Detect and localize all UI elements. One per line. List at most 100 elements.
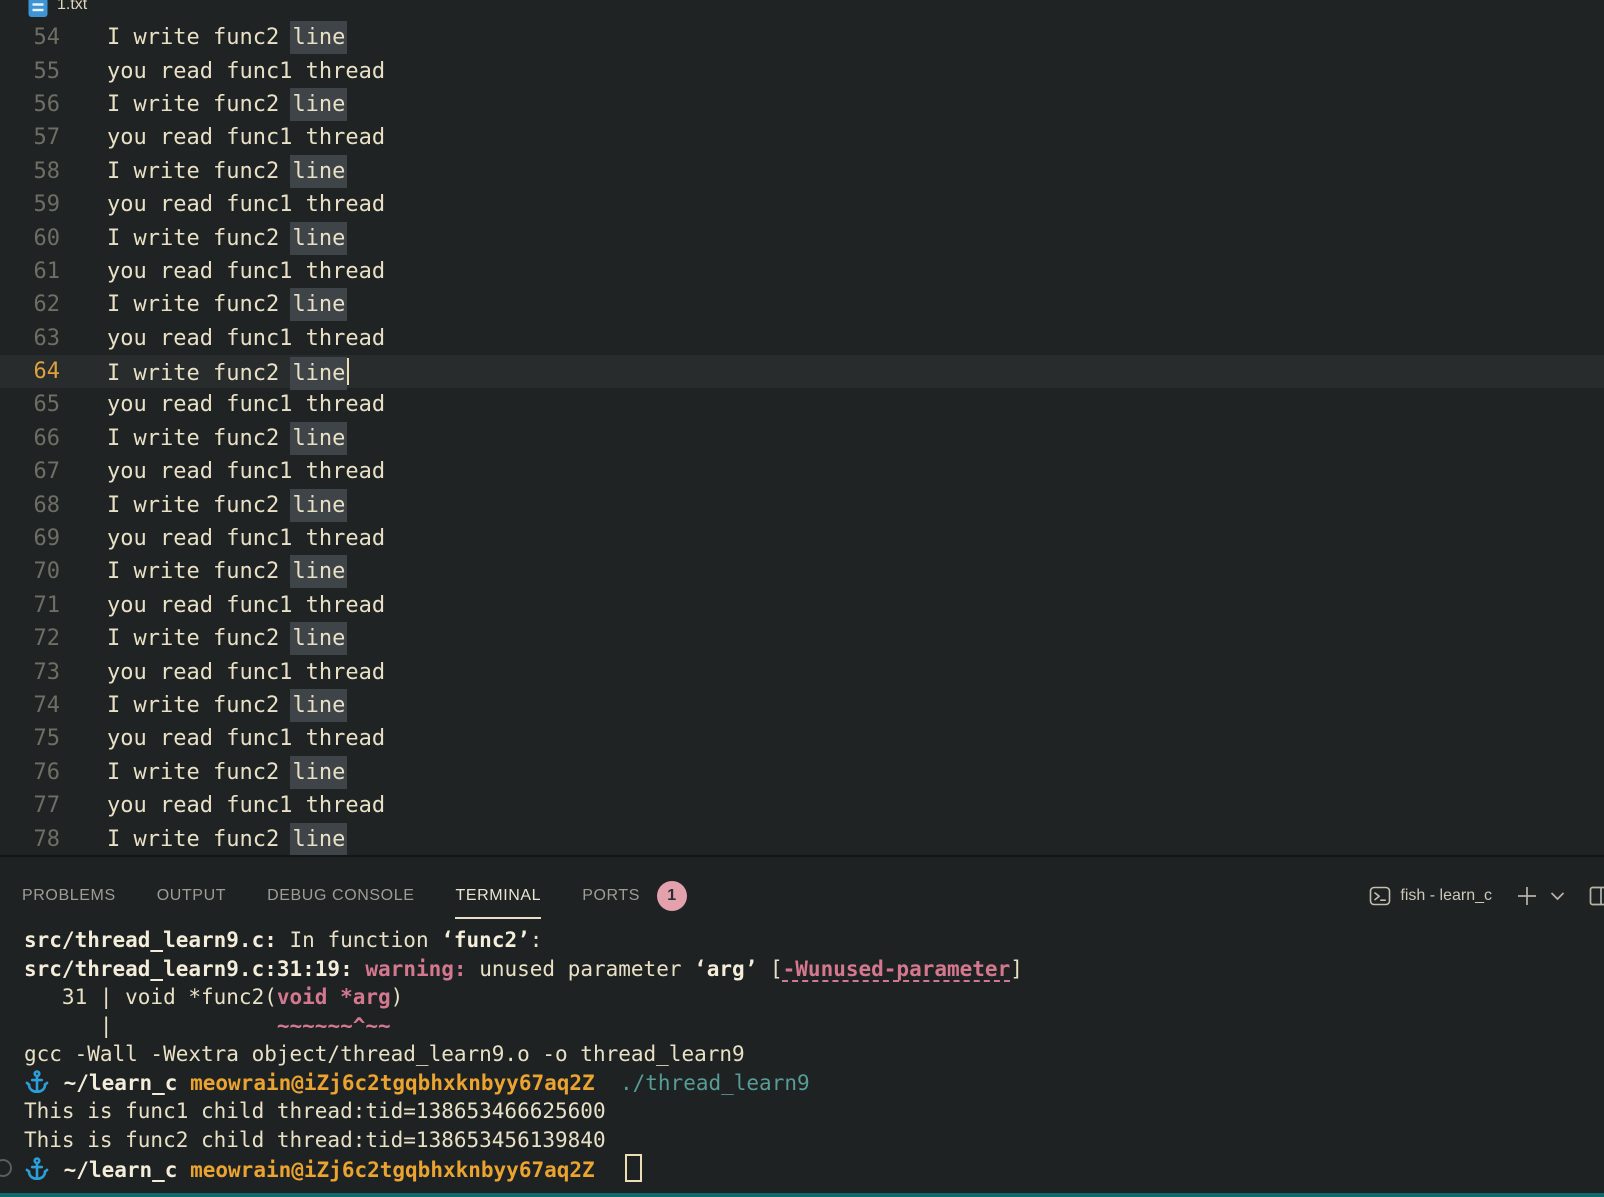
terminal-text-segment — [51, 1071, 64, 1095]
line-text: I write func2 line — [60, 92, 345, 117]
editor-line[interactable]: 66I write func2 line — [0, 422, 1604, 455]
terminal-text-segment: : — [530, 928, 543, 952]
editor-line[interactable]: 65you read func1 thread — [0, 388, 1604, 421]
editor-line[interactable]: 75you read func1 thread — [0, 722, 1604, 755]
panel-header: PROBLEMS OUTPUT DEBUG CONSOLE TERMINAL PORTS… — [0, 857, 1604, 926]
editor-line[interactable]: 57you read func1 thread — [0, 121, 1604, 154]
terminal-text-segment: meowrain@iZj6c2tgqbhxknbyy67aq2Z — [190, 1158, 595, 1182]
editor-line[interactable]: 73you read func1 thread — [0, 655, 1604, 688]
terminal-text-segment: ~/learn_c — [64, 1071, 178, 1095]
line-number: 78 — [0, 827, 60, 852]
line-text: you read func1 thread — [60, 726, 385, 751]
text-file-icon — [28, 0, 48, 18]
line-text: I write func2 line — [60, 159, 345, 184]
panel-tab-problems[interactable]: PROBLEMS — [22, 866, 116, 926]
editor-tab-filename: 1.txt — [57, 0, 87, 14]
terminal-text-segment: | — [24, 1014, 277, 1038]
panel-tab-label: PROBLEMS — [22, 887, 116, 905]
panel-tab-label: OUTPUT — [157, 887, 226, 905]
line-text: I write func2 line — [60, 693, 345, 718]
terminal-text-segment: ] — [1010, 957, 1023, 981]
terminal-instance-label[interactable]: fish - learn_c — [1400, 887, 1492, 905]
panel-tab-label: PORTS — [582, 887, 640, 905]
editor-line[interactable]: 74I write func2 line — [0, 689, 1604, 722]
line-number: 63 — [0, 326, 60, 351]
panel-tab-ports[interactable]: PORTS1 — [582, 866, 687, 926]
line-number: 54 — [0, 25, 60, 50]
terminal-line: ~/learn_c meowrain@iZj6c2tgqbhxknbyy67aq… — [24, 1154, 1604, 1185]
line-number: 58 — [0, 159, 60, 184]
line-text: I write func2 line — [60, 226, 345, 251]
command-decoration-circle — [0, 1159, 12, 1177]
terminal-text-segment: ‘func2’ — [441, 928, 530, 952]
panel-tabs: PROBLEMS OUTPUT DEBUG CONSOLE TERMINAL PORTS… — [22, 866, 728, 926]
terminal-line: src/thread_learn9.c: In function ‘func2’… — [24, 926, 1604, 955]
editor-line[interactable]: 55you read func1 thread — [0, 54, 1604, 87]
editor-line[interactable]: 71you read func1 thread — [0, 589, 1604, 622]
editor-line[interactable]: 69you read func1 thread — [0, 522, 1604, 555]
highlighted-word: line — [290, 422, 347, 455]
terminal-text-segment: ~~~~~~^~~ — [277, 1014, 391, 1038]
line-text: you read func1 thread — [60, 326, 385, 351]
line-number: 67 — [0, 459, 60, 484]
editor-line[interactable]: 56I write func2 line — [0, 88, 1604, 121]
line-number: 73 — [0, 660, 60, 685]
launch-profile-chevron-icon[interactable] — [1546, 885, 1568, 907]
line-text: you read func1 thread — [60, 793, 385, 818]
editor-line[interactable]: 68I write func2 line — [0, 488, 1604, 521]
line-text: you read func1 thread — [60, 593, 385, 618]
editor-line[interactable]: 60I write func2 line — [0, 221, 1604, 254]
editor-line[interactable]: 72I write func2 line — [0, 622, 1604, 655]
terminal-text-segment — [353, 957, 366, 981]
editor-line[interactable]: 54I write func2 line — [0, 21, 1604, 54]
terminal-line: src/thread_learn9.c:31:19: warning: unus… — [24, 955, 1604, 984]
split-terminal-icon[interactable] — [1588, 883, 1604, 909]
editor-line[interactable]: 78I write func2 line — [0, 822, 1604, 855]
editor-line[interactable]: 59you read func1 thread — [0, 188, 1604, 221]
editor-pane[interactable]: 1.txt 54I write func2 line55you read fun… — [0, 0, 1604, 855]
editor-line[interactable]: 67you read func1 thread — [0, 455, 1604, 488]
terminal-text-segment: src/thread_learn9.c:31:19: — [24, 957, 353, 981]
editor-line[interactable]: 64I write func2 line — [0, 355, 1604, 388]
terminal-text-segment: meowrain@iZj6c2tgqbhxknbyy67aq2Z — [190, 1071, 595, 1095]
editor-line[interactable]: 61you read func1 thread — [0, 255, 1604, 288]
editor-line[interactable]: 77you read func1 thread — [0, 789, 1604, 822]
line-text: you read func1 thread — [60, 459, 385, 484]
highlighted-word: line — [290, 222, 347, 255]
line-text: I write func2 line — [60, 760, 345, 785]
terminal-line: This is func1 child thread:tid=138653466… — [24, 1097, 1604, 1126]
editor-line[interactable]: 63you read func1 thread — [0, 322, 1604, 355]
fish-prompt-anchor-icon — [24, 1156, 50, 1182]
editor-line[interactable]: 62I write func2 line — [0, 288, 1604, 321]
terminal-text-segment: In function — [277, 928, 441, 952]
panel-tab-debug-console[interactable]: DEBUG CONSOLE — [267, 866, 414, 926]
panel-tab-output[interactable]: OUTPUT — [157, 866, 226, 926]
line-text: I write func2 line — [60, 358, 349, 386]
terminal-text-segment: gcc -Wall -Wextra object/thread_learn9.o… — [24, 1042, 745, 1066]
terminal-text-segment: ~/learn_c — [64, 1158, 178, 1182]
editor-tab[interactable]: 1.txt — [0, 0, 1604, 21]
highlighted-word: line — [290, 622, 347, 655]
terminal-text-segment: ) — [391, 985, 404, 1009]
terminal-text-segment: void *arg — [277, 985, 391, 1009]
editor-cursor — [347, 358, 349, 385]
terminal-line: ~/learn_c meowrain@iZj6c2tgqbhxknbyy67aq… — [24, 1069, 1604, 1098]
new-terminal-plus-icon[interactable] — [1514, 883, 1540, 909]
highlighted-word: line — [290, 357, 347, 390]
panel-tab-label: DEBUG CONSOLE — [267, 887, 414, 905]
terminal-output[interactable]: src/thread_learn9.c: In function ‘func2’… — [0, 926, 1604, 1185]
editor-line[interactable]: 58I write func2 line — [0, 155, 1604, 188]
line-text: I write func2 line — [60, 827, 345, 852]
line-number: 62 — [0, 292, 60, 317]
line-text: you read func1 thread — [60, 392, 385, 417]
terminal-text-segment: [ — [757, 957, 782, 981]
highlighted-word: line — [290, 555, 347, 588]
editor-line[interactable]: 76I write func2 line — [0, 756, 1604, 789]
terminal-text-segment — [177, 1158, 190, 1182]
terminal-cursor — [625, 1154, 642, 1182]
highlighted-word: line — [290, 88, 347, 121]
panel-tab-terminal[interactable]: TERMINAL — [455, 866, 541, 926]
line-text: I write func2 line — [60, 292, 345, 317]
line-number: 66 — [0, 426, 60, 451]
editor-line[interactable]: 70I write func2 line — [0, 555, 1604, 588]
